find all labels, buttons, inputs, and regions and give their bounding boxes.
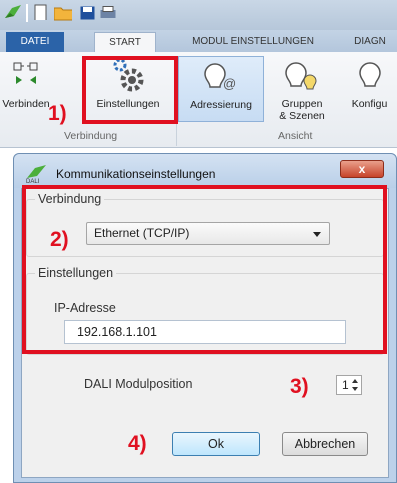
open-folder-icon[interactable] bbox=[54, 6, 72, 22]
step-2-label: 2) bbox=[50, 228, 69, 251]
save-icon[interactable] bbox=[80, 6, 98, 22]
gruppen-line1: Gruppen bbox=[281, 98, 323, 110]
separator bbox=[26, 4, 28, 22]
konfiguration-label: Konfigu bbox=[351, 98, 388, 110]
bulbs-group-icon bbox=[285, 62, 317, 90]
ribbon-tabs: DATEI START MODUL EINSTELLUNGEN DIAGN bbox=[0, 30, 397, 53]
verbinden-label: Verbinden bbox=[2, 98, 50, 110]
tab-start[interactable]: START bbox=[94, 32, 156, 53]
group-label-ansicht: Ansicht bbox=[278, 130, 313, 142]
verbinden-button[interactable]: Verbinden bbox=[2, 56, 50, 122]
step-4-label: 4) bbox=[128, 432, 147, 455]
module-position-label: DALI Modulposition bbox=[84, 377, 193, 391]
tab-modul-einstellungen[interactable]: MODUL EINSTELLUNGEN bbox=[178, 32, 328, 52]
gruppen-label: Gruppen & Szenen bbox=[272, 98, 332, 122]
dialog-titlebar: DALI Kommunikationseinstellungen x bbox=[14, 154, 396, 188]
app-logo-icon bbox=[5, 5, 21, 18]
highlight-einstellungen bbox=[82, 56, 178, 124]
konfiguration-button[interactable]: Konfigu bbox=[342, 56, 397, 122]
module-position-value: 1 bbox=[342, 378, 349, 392]
close-button[interactable]: x bbox=[340, 160, 384, 178]
svg-text:@: @ bbox=[223, 76, 236, 91]
tab-datei[interactable]: DATEI bbox=[6, 32, 64, 52]
quick-access-toolbar bbox=[0, 0, 397, 30]
tab-diagnose[interactable]: DIAGN bbox=[344, 32, 396, 52]
cancel-button[interactable]: Abbrechen bbox=[282, 432, 368, 456]
ok-button[interactable]: Ok bbox=[172, 432, 260, 456]
spin-up-icon[interactable] bbox=[352, 379, 358, 383]
connect-plug-icon bbox=[13, 62, 38, 84]
step-3-label: 3) bbox=[290, 375, 309, 398]
module-position-spinner[interactable]: 1 bbox=[336, 375, 362, 395]
step-1-label: 1) bbox=[48, 102, 67, 125]
spin-down-icon[interactable] bbox=[352, 387, 358, 391]
gruppen-line2: & Szenen bbox=[279, 110, 325, 122]
highlight-settings-area bbox=[22, 185, 387, 354]
adressierung-label: Adressierung bbox=[190, 99, 252, 111]
spinner-buttons[interactable] bbox=[351, 376, 361, 394]
print-icon[interactable] bbox=[100, 6, 118, 22]
gruppen-szenen-button[interactable]: Gruppen & Szenen bbox=[272, 56, 332, 122]
adressierung-button[interactable]: @ Adressierung bbox=[178, 56, 264, 122]
ribbon: Verbinden Einstellungen @ Adressierung G… bbox=[0, 52, 397, 148]
new-file-icon[interactable] bbox=[34, 4, 52, 20]
bulb-address-icon: @ bbox=[204, 63, 236, 91]
dialog-title: Kommunikationseinstellungen bbox=[56, 167, 216, 181]
group-label-verbindung: Verbindung bbox=[64, 130, 118, 142]
bulb-config-icon bbox=[358, 62, 381, 87]
